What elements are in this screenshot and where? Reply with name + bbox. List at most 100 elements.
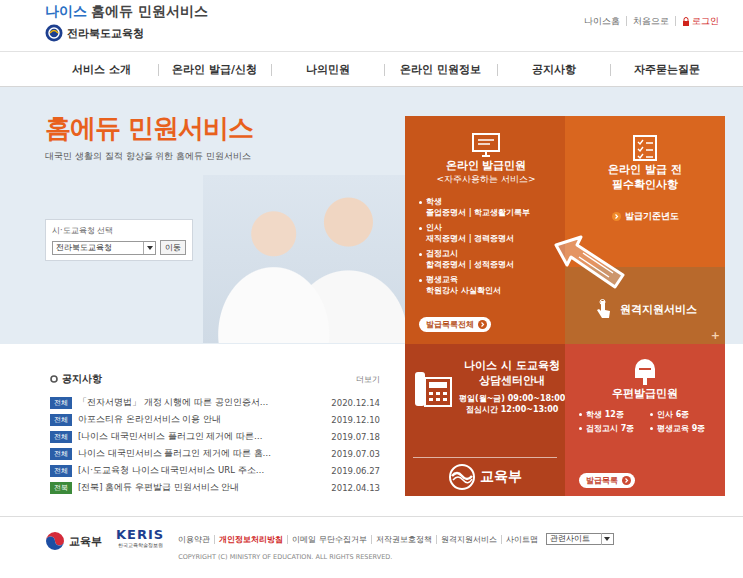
notice-title[interactable]: [시·도교육청 나이스 대국민서비스 URL 주소… bbox=[78, 465, 325, 477]
header-link-label[interactable]: 로그인 bbox=[692, 16, 719, 26]
document-links[interactable]: 재직증명서 | 경력증명서 bbox=[419, 233, 553, 244]
footer-link[interactable]: 원격지원서비스 bbox=[436, 535, 501, 544]
tile-title[interactable]: 우편발급민원 bbox=[612, 386, 678, 401]
region-value[interactable]: 전라북도교육청 bbox=[56, 242, 112, 253]
dropdown-arrow-icon[interactable] bbox=[143, 242, 155, 254]
footer-link[interactable]: 개인정보처리방침 bbox=[214, 535, 287, 544]
org[interactable]: 전라북도교육청 bbox=[45, 24, 208, 42]
footer-link[interactable]: 이용약관 bbox=[178, 535, 214, 544]
brand[interactable]: 나이스홈에듀 민원서비스전라북도교육청 bbox=[45, 0, 208, 51]
header-link[interactable]: 나이스홈 bbox=[578, 16, 626, 26]
document-links[interactable]: 졸업증명서 | 학교생활기록부 bbox=[419, 207, 553, 218]
notice-row[interactable]: 전체[나이스 대국민서비스 플러그인 제거에 따른…2019.07.18 bbox=[50, 428, 380, 445]
postal-item-label: 학생 12종 bbox=[586, 409, 624, 420]
postal-tile[interactable]: 우편발급민원학생 12종인사 6종검정고시 7종평생교육 9종발급목록 bbox=[565, 344, 725, 496]
precheck-tile[interactable]: 온라인 발급 전필수확인사항발급기준년도 bbox=[565, 116, 725, 267]
footer-link[interactable]: 이메일 무단수집거부 bbox=[287, 535, 371, 544]
tile-title[interactable]: 원격지원서비스 bbox=[620, 302, 697, 317]
hero-photo bbox=[203, 175, 405, 343]
brand-main[interactable]: 나이스 bbox=[45, 3, 87, 19]
button-label[interactable]: 발급목록전체 bbox=[426, 319, 474, 330]
postal-item-label: 검정고시 7종 bbox=[586, 423, 634, 434]
notice-title[interactable]: 나이스 대국민서비스 플러그인 제거에 따른 홈… bbox=[78, 448, 325, 460]
notice-title[interactable]: [전북] 홈에듀 우편발급 민원서비스 안내 bbox=[78, 482, 325, 494]
related-sites-select[interactable]: 관련사이트 bbox=[546, 533, 614, 545]
org-name[interactable]: 전라북도교육청 bbox=[67, 26, 144, 41]
monitor-icon bbox=[471, 132, 501, 158]
region-row: 전라북도교육청 이동 bbox=[52, 240, 186, 255]
notice-title[interactable]: 아포스티유 온라인서비스 이용 안내 bbox=[78, 414, 325, 426]
keris-name: 한국교육학술정보원 bbox=[118, 542, 163, 548]
more-link[interactable]: 더보기 bbox=[356, 374, 380, 385]
hero-subtitle: 대국민 생활의 질적 향상을 위한 홈에듀 민원서비스 bbox=[45, 150, 405, 163]
notice-tag: 전체 bbox=[50, 465, 72, 477]
footer-link[interactable]: 저작권보호정책 bbox=[371, 535, 436, 544]
notice-tag: 전체 bbox=[50, 397, 72, 409]
nav-item[interactable]: 서비스 소개 bbox=[45, 52, 158, 86]
header-link[interactable]: 처음으로 bbox=[626, 16, 675, 26]
document-links[interactable]: 합격증명서 | 성적증명서 bbox=[419, 259, 553, 270]
notice-row[interactable]: 전체[시·도교육청 나이스 대국민서비스 URL 주소…2019.06.27 bbox=[50, 462, 380, 479]
category-label[interactable]: 학생 bbox=[426, 197, 442, 207]
brand-sub[interactable]: 홈에듀 민원서비스 bbox=[91, 3, 208, 19]
brand-title[interactable]: 나이스홈에듀 민원서비스 bbox=[45, 3, 208, 20]
plus-icon[interactable]: + bbox=[711, 329, 720, 342]
notice-title[interactable]: [나이스 대국민서비스 플러그인 제거에 따른… bbox=[78, 431, 325, 443]
category-label[interactable]: 인사 bbox=[426, 223, 442, 233]
footer-link[interactable]: 사이트맵 bbox=[501, 535, 542, 544]
tile-grid: 온라인 발급민원<자주사용하는 서비스> 학생졸업증명서 | 학교생활기록부인사재… bbox=[405, 116, 725, 496]
header-link[interactable]: 로그인 bbox=[675, 16, 725, 26]
arrow-circle-icon bbox=[478, 320, 487, 329]
ministry-logo[interactable]: 교육부 bbox=[413, 457, 557, 490]
tile-title[interactable]: 온라인 발급 전 bbox=[608, 162, 682, 177]
service-item[interactable]: 검정고시합격증명서 | 성적증명서 bbox=[419, 249, 553, 270]
footer-right: 이용약관개인정보처리방침이메일 무단수집거부저작권보호정책원격지원서비스사이트맵… bbox=[178, 531, 614, 561]
notice-tag: 전체 bbox=[50, 414, 72, 426]
dropdown-arrow-icon[interactable] bbox=[601, 533, 613, 545]
service-item[interactable]: 인사재직증명서 | 경력증명서 bbox=[419, 223, 553, 244]
related-sites-label[interactable]: 관련사이트 bbox=[550, 534, 590, 544]
service-item[interactable]: 학생졸업증명서 | 학교생활기록부 bbox=[419, 197, 553, 218]
nav-item[interactable]: 온라인 발급/신청 bbox=[158, 52, 271, 86]
nav-item[interactable]: 나의민원 bbox=[271, 52, 384, 86]
keris-logo: KERIS한국교육학술정보원 bbox=[116, 527, 164, 548]
link-label[interactable]: 발급기준년도 bbox=[625, 210, 679, 223]
service-item[interactable]: 평생교육학원강사 사실확인서 bbox=[419, 275, 553, 296]
go-button[interactable]: 이동 bbox=[160, 240, 186, 255]
header-link-label[interactable]: 나이스홈 bbox=[584, 16, 620, 26]
tile-head: 온라인 발급민원<자주사용하는 서비스> bbox=[419, 132, 553, 185]
call-texts: 나이스 시 도교육청상담센터안내평일(월~금) 09:00~18:00점심시간 … bbox=[459, 358, 565, 415]
keris-mark: KERIS bbox=[116, 527, 164, 542]
category-label[interactable]: 평생교육 bbox=[426, 275, 458, 285]
document-links[interactable]: 학원강사 사실확인서 bbox=[419, 285, 553, 296]
checklist-icon bbox=[632, 134, 658, 162]
region-select[interactable]: 전라북도교육청 bbox=[52, 241, 156, 255]
postal-item: 검정고시 7종 bbox=[579, 423, 640, 434]
nav-item[interactable]: 공지사항 bbox=[497, 52, 610, 86]
remote-support-tile[interactable]: 원격지원서비스 + bbox=[565, 267, 725, 344]
all-list-button[interactable]: 발급목록전체 bbox=[419, 317, 491, 332]
call-center-tile: 나이스 시 도교육청상담센터안내평일(월~금) 09:00~18:00점심시간 … bbox=[405, 344, 565, 496]
notice-row[interactable]: 전체나이스 대국민서비스 플러그인 제거에 따른 홈…2019.07.03 bbox=[50, 445, 380, 462]
notice-list: 전체「전자서명법」 개정 시행에 따른 공인인증서…2020.12.14전체아포… bbox=[50, 394, 380, 496]
service-list: 학생졸업증명서 | 학교생활기록부인사재직증명서 | 경력증명서검정고시합격증명… bbox=[419, 197, 553, 296]
tile-title: 상담센터안내 bbox=[479, 373, 545, 388]
notice-row[interactable]: 전체아포스티유 온라인서비스 이용 안내2019.12.10 bbox=[50, 411, 380, 428]
standard-year-link[interactable]: 발급기준년도 bbox=[612, 210, 679, 223]
nav-item[interactable]: 자주묻는질문 bbox=[610, 52, 723, 86]
online-issue-tile[interactable]: 온라인 발급민원<자주사용하는 서비스> 학생졸업증명서 | 학교생활기록부인사재… bbox=[405, 116, 565, 344]
ministry-name[interactable]: 교육부 bbox=[480, 468, 522, 486]
button-label[interactable]: 발급목록 bbox=[586, 475, 618, 486]
notice-title[interactable]: 「전자서명법」 개정 시행에 따른 공인인증서… bbox=[78, 397, 325, 409]
notice-heading-text: 공지사항 bbox=[62, 372, 102, 386]
notice-row[interactable]: 전북[전북] 홈에듀 우편발급 민원서비스 안내2012.04.13 bbox=[50, 479, 380, 496]
nav-item[interactable]: 온라인 민원정보 bbox=[384, 52, 497, 86]
header-link-label[interactable]: 처음으로 bbox=[633, 16, 669, 26]
category-label[interactable]: 검정고시 bbox=[426, 249, 458, 259]
postal-list-button[interactable]: 발급목록 bbox=[579, 473, 635, 488]
bullet-dot bbox=[650, 413, 653, 416]
tile-title[interactable]: 온라인 발급민원 bbox=[446, 158, 527, 173]
postal-item-label: 인사 6종 bbox=[657, 409, 689, 420]
tile-title[interactable]: 필수확인사항 bbox=[612, 177, 678, 192]
notice-row[interactable]: 전체「전자서명법」 개정 시행에 따른 공인인증서…2020.12.14 bbox=[50, 394, 380, 411]
